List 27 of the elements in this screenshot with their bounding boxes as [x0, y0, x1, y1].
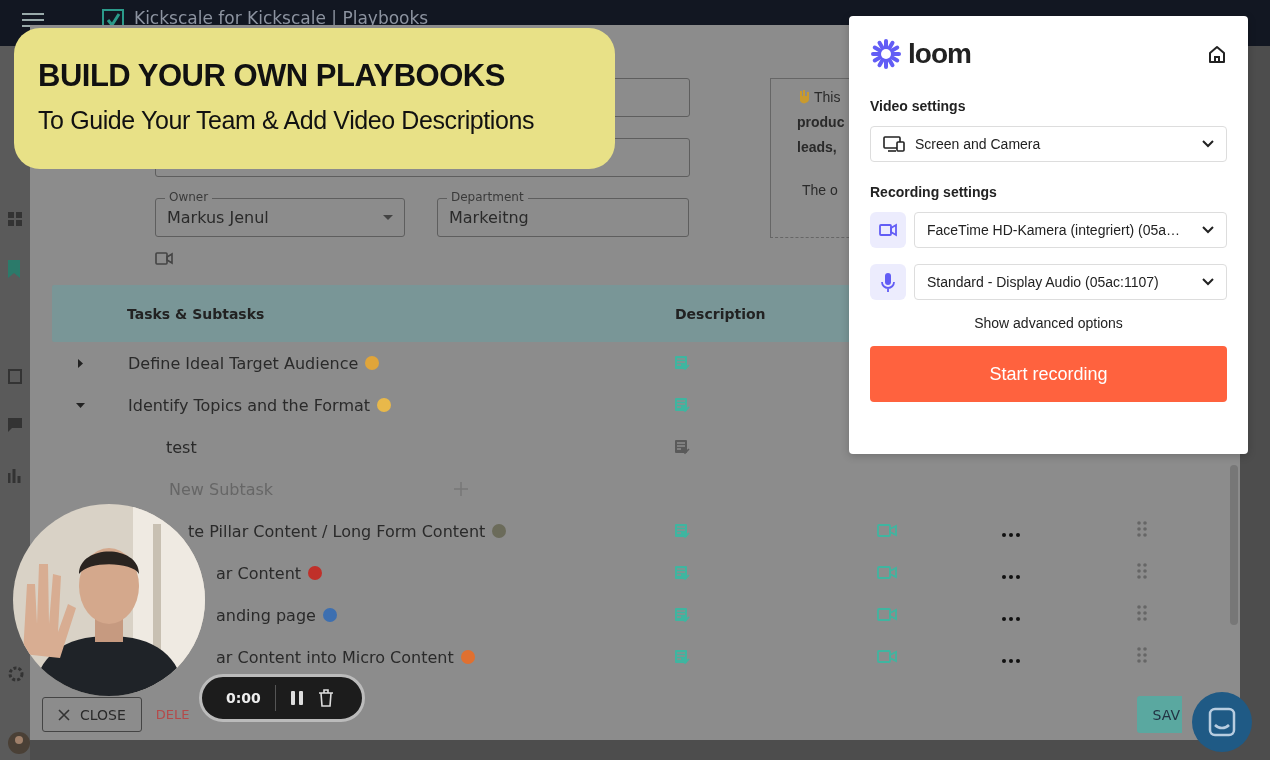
section-heading: Recording settings: [870, 184, 998, 200]
microphone-select[interactable]: Standard - Display Audio (05ac:1107): [914, 264, 1227, 300]
column-header: Tasks & Subtasks: [127, 305, 266, 322]
description-text: This: [814, 89, 841, 105]
task-title[interactable]: te Pillar Content / Long Form Content: [188, 521, 486, 541]
task-title[interactable]: ar Content into Micro Content: [216, 647, 454, 667]
section-heading: Video settings: [870, 98, 967, 114]
banner-subtitle: To Guide Your Team & Add Video Descriptions: [38, 106, 536, 135]
recording-timer: 0:00: [226, 690, 261, 706]
camera-select[interactable]: FaceTime HD-Kamera (integriert) (05a…: [914, 212, 1227, 248]
advanced-options-link[interactable]: Show advanced options: [968, 314, 1129, 332]
description-text: produc: [797, 114, 845, 130]
close-button[interactable]: CLOSE: [42, 697, 142, 732]
task-title[interactable]: anding page: [216, 605, 316, 625]
subtask-title[interactable]: test: [166, 437, 197, 457]
column-header: Description: [675, 305, 766, 322]
task-title[interactable]: ar Content: [216, 563, 302, 583]
field-label: Department: [447, 190, 528, 205]
task-title[interactable]: Define Ideal Target Audience: [128, 353, 359, 373]
loom-logo: loom: [908, 38, 971, 70]
banner-title: BUILD YOUR OWN PLAYBOOKS: [38, 58, 506, 94]
description-text: The o: [802, 182, 838, 198]
start-recording-button[interactable]: Start recording: [870, 346, 1227, 402]
description-text: leads,: [797, 139, 837, 155]
save-button[interactable]: SAV: [1136, 696, 1182, 733]
task-title[interactable]: Identify Topics and the Format: [128, 395, 371, 415]
video-source-select[interactable]: Screen and Camera: [870, 126, 1227, 162]
